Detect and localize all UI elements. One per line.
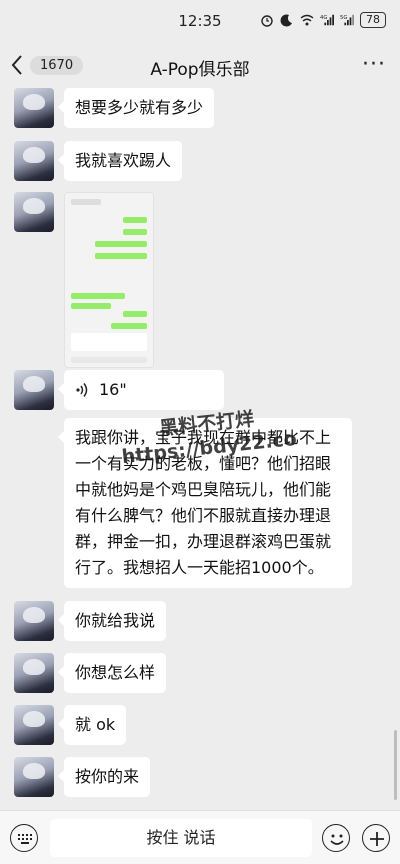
emoji-icon[interactable] xyxy=(322,824,350,852)
thumb-green-bubble xyxy=(95,241,147,247)
battery-icon: 78 xyxy=(360,12,386,28)
thumb-white-bubble xyxy=(71,333,147,351)
signal-4g-icon: 4G xyxy=(320,14,334,26)
message-bubble[interactable]: 你想怎么样 xyxy=(57,653,167,693)
more-options-button[interactable]: ··· xyxy=(362,52,386,77)
signal-5g-icon: 5G xyxy=(340,14,354,26)
message-bubble[interactable]: 你就给我说 xyxy=(57,601,167,641)
thumb-green-bubble xyxy=(95,253,147,259)
chat-message: 按你的来 xyxy=(14,757,151,797)
voice-wave-icon xyxy=(76,383,88,397)
avatar[interactable] xyxy=(14,653,54,693)
avatar[interactable] xyxy=(14,601,54,641)
message-bubble[interactable]: 想要多少就有多少 xyxy=(57,88,215,128)
voice-duration: 16" xyxy=(99,380,127,399)
chat-message: 我就喜欢踢人 xyxy=(14,141,183,181)
avatar[interactable] xyxy=(14,705,54,745)
thumb-line xyxy=(71,199,101,205)
status-bar: 12:35 4G 5G 78 xyxy=(0,0,400,44)
thumb-green-bubble xyxy=(123,311,147,317)
message-bubble[interactable]: 按你的来 xyxy=(57,757,151,797)
hold-to-talk-button[interactable]: 按住 说话 xyxy=(50,819,312,857)
chat-message: 16" xyxy=(14,370,224,410)
thumb-green-bubble xyxy=(111,323,147,329)
status-icons: 4G 5G 78 xyxy=(260,12,386,28)
message-bubble[interactable]: 我就喜欢踢人 xyxy=(57,141,183,181)
avatar[interactable] xyxy=(14,192,54,232)
svg-text:4G: 4G xyxy=(320,15,327,21)
chat-title: A-Pop俱乐部 xyxy=(150,60,250,80)
chat-message: 想要多少就有多少 xyxy=(14,88,215,128)
avatar[interactable] xyxy=(14,370,54,410)
svg-text:5G: 5G xyxy=(340,15,347,21)
thumb-green-bubble xyxy=(71,293,125,299)
image-message-thumbnail[interactable] xyxy=(64,192,154,368)
moon-icon xyxy=(280,14,292,27)
plus-glyph xyxy=(370,832,384,846)
chat-message xyxy=(14,192,154,368)
chat-message: 就 ok xyxy=(14,705,127,745)
avatar[interactable] xyxy=(14,141,54,181)
thumb-green-bubble xyxy=(71,303,111,309)
message-bubble[interactable]: 就 ok xyxy=(57,705,127,745)
chat-header: 1670 A-Pop俱乐部 ··· xyxy=(0,44,400,88)
scrollbar[interactable] xyxy=(394,730,397,800)
thumb-input-bar xyxy=(71,357,147,363)
emoji-glyph xyxy=(330,834,344,845)
wifi-icon xyxy=(300,14,314,26)
avatar[interactable] xyxy=(14,757,54,797)
alarm-icon xyxy=(261,15,273,27)
chat-message: 你就给我说 xyxy=(14,601,167,641)
thumb-green-bubble xyxy=(123,217,147,223)
keyboard-glyph xyxy=(18,834,32,844)
avatar[interactable] xyxy=(14,88,54,128)
keyboard-icon[interactable] xyxy=(10,824,38,852)
thumb-green-bubble xyxy=(123,229,147,235)
voice-message-bubble[interactable]: 16" xyxy=(58,370,224,410)
input-bar: 按住 说话 xyxy=(0,810,400,864)
chat-message: 你想怎么样 xyxy=(14,653,167,693)
plus-icon[interactable] xyxy=(362,824,390,852)
